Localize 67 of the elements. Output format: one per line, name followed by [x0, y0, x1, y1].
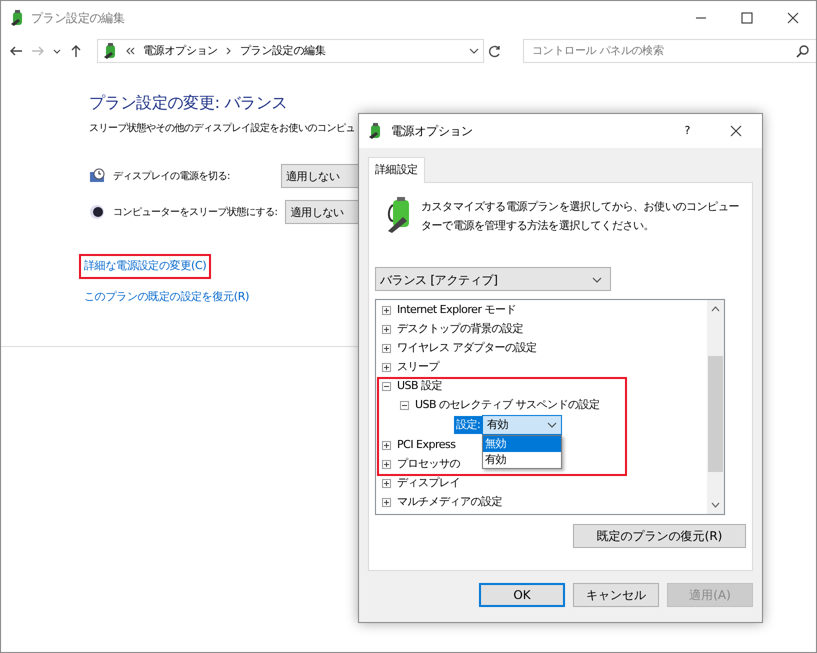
tree-item[interactable]: スリープ — [397, 358, 439, 376]
battery-plug-icon — [387, 196, 411, 232]
expand-icon[interactable] — [382, 478, 391, 488]
chevron-down-icon — [547, 422, 558, 428]
refresh-icon[interactable] — [488, 44, 501, 58]
moon-icon — [89, 204, 105, 220]
dropdown-option[interactable]: 有効 — [483, 452, 561, 468]
tree-item[interactable]: デスクトップの背景の設定 — [397, 320, 523, 338]
expand-icon[interactable] — [382, 440, 391, 450]
chevron-down-icon — [592, 276, 602, 282]
dialog-button[interactable]: キャンセル — [573, 582, 659, 606]
collapse-icon[interactable] — [400, 400, 409, 410]
dialog-title: 電源オプション — [391, 123, 473, 140]
restore-button[interactable]: 既定のプランの復元(R) — [573, 524, 746, 548]
scroll-down-icon[interactable] — [711, 502, 720, 508]
tree-item[interactable]: プロセッサの — [397, 456, 460, 472]
tree-item[interactable]: Internet Explorer モード — [397, 302, 516, 318]
setting-label: 設定: — [454, 416, 482, 434]
power-plug-icon — [9, 10, 25, 26]
close-icon[interactable] — [730, 125, 742, 137]
search-field[interactable]: コントロール パネルの検索 — [523, 39, 816, 63]
tree-item[interactable]: PCI Express — [397, 436, 456, 454]
intro-text: カスタマイズする電源プランを選択してから、お使いのコンピューターで電源を管理する方法を選択してください。 — [421, 198, 740, 234]
setting-label: ディスプレイの電源を切る: — [113, 170, 231, 184]
expand-icon[interactable] — [382, 362, 391, 372]
close-icon[interactable] — [787, 12, 799, 24]
expand-icon[interactable] — [382, 498, 391, 506]
setting-dropdown[interactable]: 有効 — [482, 415, 562, 435]
setting-label: コンピューターをスリープ状態にする: — [113, 206, 278, 220]
expand-icon[interactable] — [382, 324, 391, 334]
dialog-button[interactable]: OK — [479, 582, 565, 606]
power-plug-icon — [102, 43, 118, 59]
expand-icon[interactable] — [382, 460, 391, 468]
tree-item[interactable]: ワイヤレス アダプターの設定 — [397, 340, 536, 356]
link[interactable]: このプランの既定の設定を復元(R) — [81, 286, 252, 307]
plan-dropdown[interactable]: バランス [アクティブ] — [375, 266, 611, 290]
page-heading: プラン設定の変更: バランス — [89, 92, 288, 114]
help-button[interactable]: ? — [684, 122, 690, 140]
maximize-icon[interactable] — [741, 12, 753, 24]
chevron-right-icon — [226, 47, 232, 55]
collapse-icon[interactable] — [382, 382, 391, 390]
search-icon[interactable] — [796, 44, 809, 58]
dropdown-option[interactable]: 無効 — [483, 436, 561, 452]
tree-item[interactable]: マルチメディアの設定 — [397, 494, 502, 510]
power-plug-icon — [367, 123, 383, 139]
expand-icon[interactable] — [382, 344, 391, 352]
tree-item[interactable]: USB 設定 — [397, 378, 442, 394]
address-bar[interactable]: 電源オプション プラン設定の編集 — [97, 39, 484, 63]
clock-monitor-icon — [89, 168, 105, 184]
up-arrow-icon[interactable] — [69, 44, 83, 58]
tree-item[interactable]: USB のセレクティブ サスペンドの設定 — [415, 396, 600, 414]
window-title: プラン設定の編集 — [31, 10, 125, 27]
double-chevron-icon[interactable] — [126, 47, 135, 55]
page-description: スリープ状態やその他のディスプレイ設定をお使いのコンピュ — [89, 123, 355, 134]
tree-item[interactable]: ディスプレイ — [397, 474, 460, 492]
tab[interactable]: 詳細設定 — [368, 157, 425, 182]
back-arrow-icon[interactable] — [9, 44, 23, 58]
breadcrumb-item[interactable]: プラン設定の編集 — [240, 42, 326, 60]
expand-icon[interactable] — [382, 306, 391, 314]
scrollbar-thumb[interactable] — [708, 356, 723, 472]
search-placeholder: コントロール パネルの検索 — [532, 42, 664, 59]
scroll-up-icon[interactable] — [711, 306, 720, 312]
scrollbar[interactable] — [707, 300, 724, 514]
chevron-down-icon[interactable] — [53, 48, 61, 54]
breadcrumb-item[interactable]: 電源オプション — [143, 42, 218, 60]
link[interactable]: 詳細な電源設定の変更(C) — [81, 256, 210, 276]
dropdown-icon[interactable] — [469, 48, 479, 54]
